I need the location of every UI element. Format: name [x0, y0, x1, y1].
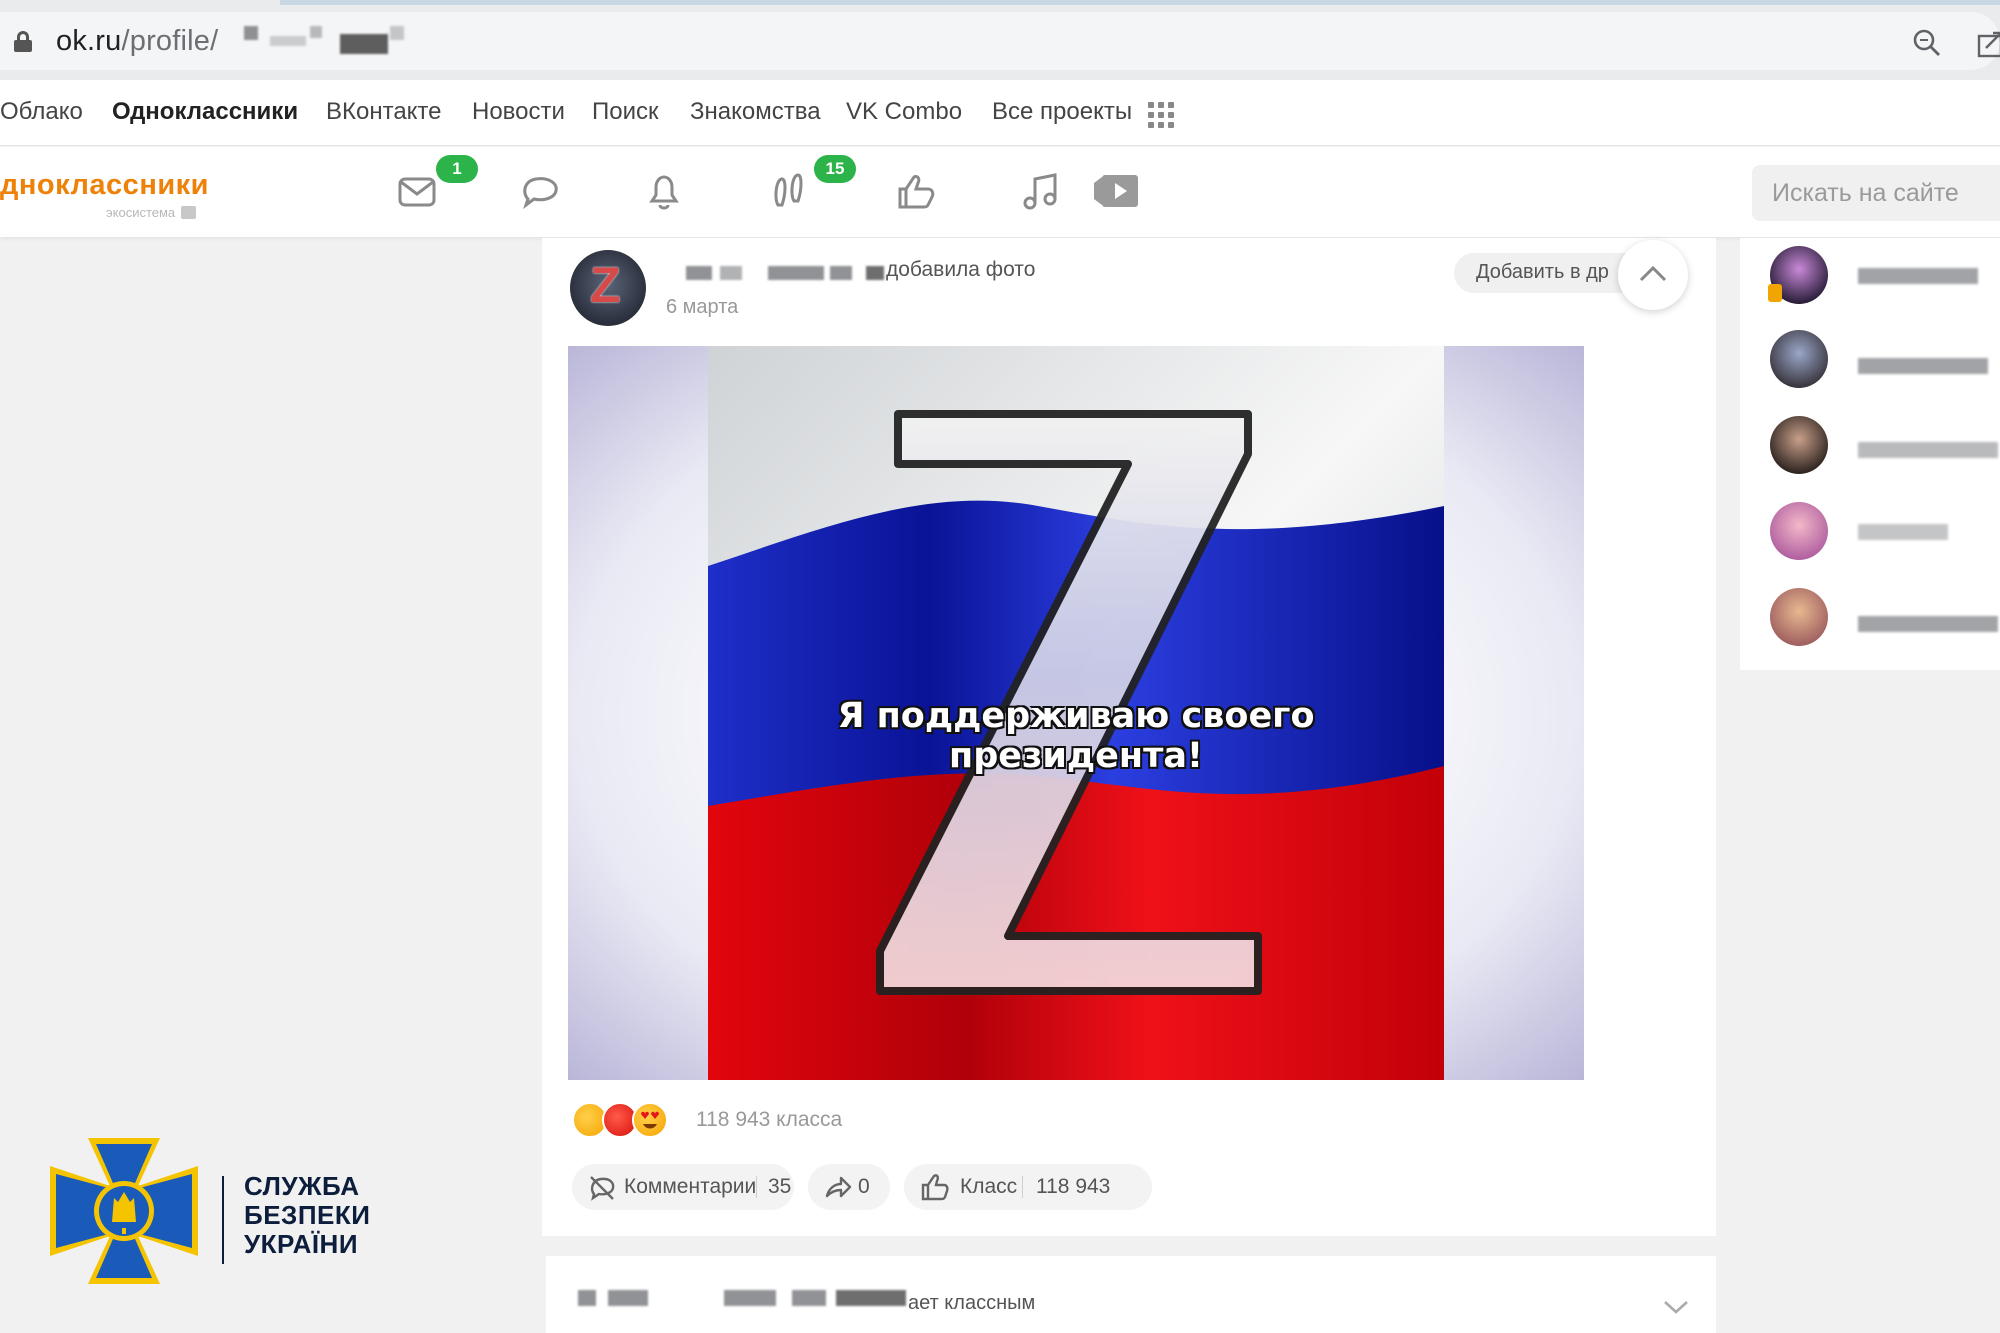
browser-toolbar: ok.ru/profile/: [0, 0, 2000, 80]
sbu-divider: [222, 1176, 224, 1264]
friend-avatar[interactable]: [1770, 588, 1828, 646]
nav-odnoklassniki[interactable]: Одноклассники: [112, 98, 298, 126]
z-avatar-icon: Z: [590, 257, 621, 313]
nav-znakomstva[interactable]: Знакомства: [690, 98, 821, 126]
discussions-icon[interactable]: [518, 169, 562, 213]
comments-label: Комментарии: [624, 1175, 757, 1198]
comments-disabled-icon: [590, 1176, 615, 1201]
redacted-author: [792, 1290, 826, 1306]
events-badge: 15: [814, 155, 856, 183]
share-count: 0: [858, 1175, 870, 1198]
comments-count: 35: [768, 1175, 792, 1198]
nav-poisk[interactable]: Поиск: [592, 98, 659, 126]
redacted-author: [724, 1290, 776, 1306]
redacted-author: [720, 266, 742, 280]
post-photo-frame[interactable]: Я поддерживаю своего президента!: [568, 346, 1584, 1080]
redacted-url: [244, 26, 258, 40]
redacted-author: [866, 266, 884, 280]
redacted-author: [836, 1290, 906, 1306]
notifications-icon[interactable]: [642, 169, 686, 213]
post-photo[interactable]: Я поддерживаю своего президента!: [708, 346, 1444, 1080]
redacted-author: [608, 1290, 648, 1306]
address-bar[interactable]: ok.ru/profile/: [0, 12, 2000, 70]
nav-oblako[interactable]: Облако: [0, 98, 83, 126]
messages-badge: 1: [436, 155, 478, 183]
class-count: 118 943: [1036, 1175, 1111, 1198]
post-date[interactable]: 6 марта: [666, 296, 738, 319]
friend-avatar[interactable]: [1770, 416, 1828, 474]
apps-grid-icon[interactable]: [1148, 102, 1174, 128]
sbu-title: СЛУЖБА БЕЗПЕКИ УКРАЇНИ: [244, 1171, 371, 1259]
friend-name-redacted[interactable]: [1858, 442, 1998, 458]
friends-list: [1740, 238, 2000, 670]
vk-mark-icon: [181, 206, 197, 219]
guests-icon[interactable]: [768, 169, 812, 213]
comments-button[interactable]: Комментарии 35: [572, 1164, 794, 1210]
ok-logo[interactable]: дноклассники: [0, 169, 209, 202]
scroll-up-button[interactable]: [1618, 240, 1688, 310]
post2-action: ает классным: [908, 1292, 1036, 1314]
lock-icon: [14, 31, 32, 52]
separator: [756, 1176, 757, 1198]
friend-avatar[interactable]: [1770, 502, 1828, 560]
friend-avatar[interactable]: [1770, 330, 1828, 388]
feed-post: Z добавила фото 6 марта Добавить в др Я …: [542, 238, 1716, 1236]
redacted-url: [340, 34, 388, 54]
redacted-url: [390, 26, 404, 40]
separator: [1022, 1176, 1023, 1198]
online-mobile-icon: [1768, 284, 1782, 302]
url-text[interactable]: ok.ru/profile/: [56, 25, 218, 58]
share-icon[interactable]: [1976, 28, 2000, 58]
redacted-author: [578, 1290, 596, 1306]
friend-name-redacted[interactable]: [1858, 616, 1998, 632]
feed-post-2: ает классным: [546, 1256, 1716, 1333]
music-icon[interactable]: [1018, 169, 1062, 213]
class-label: Класс: [960, 1175, 1018, 1198]
nav-vkontakte[interactable]: ВКонтакте: [326, 98, 442, 126]
post-action: добавила фото: [886, 258, 1036, 281]
nav-vk-combo[interactable]: VK Combo: [846, 98, 962, 126]
toolbar-accent: [280, 0, 2000, 5]
ok-header: дноклассники экосистема 1 15: [0, 147, 2000, 237]
redacted-author: [768, 266, 824, 280]
class-button[interactable]: Класс 118 943: [904, 1164, 1152, 1210]
nav-novosti[interactable]: Новости: [472, 98, 565, 126]
chevron-down-icon[interactable]: [1662, 1298, 1690, 1316]
friend-name-redacted[interactable]: [1858, 524, 1948, 540]
love-emoji-icon: [632, 1102, 668, 1138]
video-icon[interactable]: [1092, 169, 1142, 213]
chevron-up-icon: [1639, 265, 1667, 282]
site-search-input[interactable]: [1752, 165, 2000, 221]
redacted-url: [310, 26, 322, 38]
logo-subtitle: экосистема: [106, 205, 197, 220]
redacted-url: [270, 36, 306, 46]
sbu-logo: СЛУЖБА БЕЗПЕКИ УКРАЇНИ: [48, 1136, 448, 1286]
messages-icon[interactable]: [396, 169, 440, 213]
nav-all-projects[interactable]: Все проекты: [992, 98, 1132, 126]
redacted-author: [686, 266, 712, 280]
portal-nav: Облако Одноклассники ВКонтакте Новости П…: [0, 80, 2000, 146]
class-thumb-icon: [921, 1174, 949, 1201]
likes-icon[interactable]: [894, 169, 938, 213]
redacted-author: [830, 266, 852, 280]
friend-name-redacted[interactable]: [1858, 268, 1978, 284]
sbu-emblem-icon: [50, 1138, 198, 1284]
author-avatar[interactable]: Z: [570, 250, 646, 326]
reactions-count[interactable]: 118 943 класса: [696, 1108, 842, 1132]
share-arrow-icon: [825, 1176, 852, 1198]
friend-name-redacted[interactable]: [1858, 358, 1988, 374]
photo-caption: Я поддерживаю своего президента!: [837, 696, 1315, 776]
share-button[interactable]: 0: [808, 1164, 890, 1210]
zoom-icon[interactable]: [1912, 28, 1942, 58]
